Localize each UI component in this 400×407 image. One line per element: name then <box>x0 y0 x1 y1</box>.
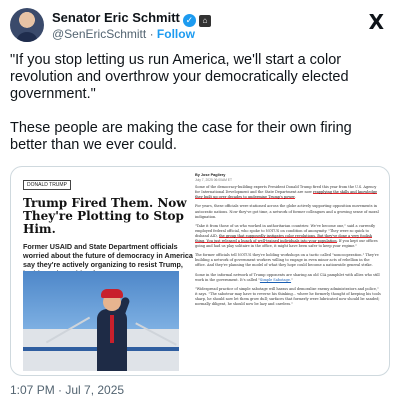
avatar[interactable] <box>10 8 44 42</box>
follow-button[interactable]: Follow <box>157 27 195 41</box>
para-text: "Widespread practice of simple sabotage … <box>195 286 381 306</box>
separator: · <box>149 27 154 41</box>
tweet-paragraph-comment: These people are making the case for the… <box>10 120 352 153</box>
article-photo <box>23 271 179 371</box>
section-tag: DONALD TRUMP <box>23 180 71 190</box>
attached-image-card[interactable]: DONALD TRUMP Trump Fired Them. Now They'… <box>10 166 390 376</box>
author-handle[interactable]: @SenEricSchmitt <box>52 27 146 41</box>
red-cap <box>101 289 123 298</box>
para-text: " <box>291 277 293 282</box>
tweet-text: "If you stop letting us run America, we'… <box>10 52 390 171</box>
body-paragraph: Some of the democracy-building experts P… <box>195 185 381 200</box>
author-name-row[interactable]: Senator Eric Schmitt ✓ ⌂ <box>52 10 211 27</box>
author-name[interactable]: Senator Eric Schmitt <box>52 10 180 25</box>
para-text: The former officials tell NOTUS they're … <box>195 253 379 268</box>
red-tie <box>110 315 114 343</box>
body-paragraph: The former officials tell NOTUS they're … <box>195 253 381 268</box>
tweet-header: Senator Eric Schmitt ✓ ⌂ @SenEricSchmitt ·… <box>10 8 390 44</box>
timestamp[interactable]: 1:07 PM · Jul 7, 2025 <box>10 383 124 397</box>
body-paragraph: Some in the informal network of Trump op… <box>195 273 381 283</box>
dateline: July 7, 2025 06:00AM ET <box>195 178 233 183</box>
article-header: DONALD TRUMP Trump Fired Them. Now They'… <box>23 173 193 278</box>
x-logo-icon[interactable]: X <box>369 10 384 34</box>
body-paragraph: "Widespread practice of simple sabotage … <box>195 287 381 307</box>
body-paragraph: "Take it from those of us who worked in … <box>195 224 381 249</box>
body-paragraph: For years, these officials were statione… <box>195 204 381 219</box>
tweet-paragraph-quote: "If you stop letting us run America, we'… <box>10 52 349 102</box>
article-body: By Jose Pagliery July 7, 2025 06:00AM ET… <box>195 173 381 311</box>
article-title: Trump Fired Them. Now They're Plotting t… <box>23 196 187 236</box>
verified-badge-icon: ✓ <box>182 14 196 27</box>
handle-row: @SenEricSchmitt · Follow <box>52 27 195 41</box>
article-link[interactable]: Simple Sabotage. <box>260 278 291 282</box>
government-label-icon: ⌂ <box>198 15 211 27</box>
para-text: For years, these officials were statione… <box>195 204 379 219</box>
para-text: . <box>294 195 296 200</box>
